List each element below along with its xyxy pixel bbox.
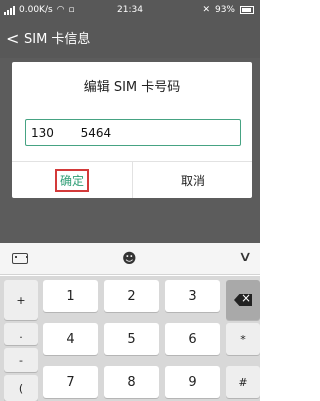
key-plus[interactable]: + [4,280,38,320]
key-7[interactable]: 7 [43,366,98,398]
key-2[interactable]: 2 [104,280,159,312]
edit-sim-number-dialog: 编辑 SIM 卡号码 确定 取消 [12,62,252,198]
backspace-key[interactable] [226,280,260,320]
sim-number-field-wrapper [25,119,241,146]
page-title: SIM 卡信息 [24,32,91,47]
title-bar: < SIM 卡信息 [0,22,260,58]
key-9[interactable]: 9 [165,366,220,398]
key-paren[interactable]: ( [4,375,38,401]
key-6[interactable]: 6 [165,323,220,355]
battery-percent: 93% [214,5,235,15]
status-bar: 0.00K/s ◠ ▫ 21:34 ✕ 93% [0,0,260,22]
mute-icon: ✕ [202,5,210,15]
keyboard-icon[interactable] [12,253,28,264]
key-minus[interactable]: - [4,348,38,372]
key-4[interactable]: 4 [43,323,98,355]
emoji-icon[interactable]: ☻ [122,251,137,267]
status-right: ✕ 93% [202,5,254,15]
confirm-label: 确定 [54,168,89,192]
key-hash[interactable]: # [226,366,260,398]
back-button[interactable]: < [6,30,19,48]
key-dot[interactable]: . [4,323,38,345]
cancel-button[interactable]: 取消 [133,162,253,198]
key-8[interactable]: 8 [104,366,159,398]
sim-number-input[interactable] [26,120,240,145]
numeric-keyboard: + . - ( 1 2 3 4 5 6 7 8 9 * # [0,276,260,401]
dialog-title: 编辑 SIM 卡号码 [83,80,181,95]
key-5[interactable]: 5 [104,323,159,355]
key-3[interactable]: 3 [165,280,220,312]
backspace-icon [234,294,252,306]
key-1[interactable]: 1 [43,280,98,312]
confirm-button[interactable]: 确定 [12,162,132,198]
battery-icon [240,6,254,14]
keyboard-toolbar: ☻ ∨ [0,243,260,275]
key-asterisk[interactable]: * [226,323,260,355]
chevron-down-icon[interactable]: ∨ [238,249,252,265]
